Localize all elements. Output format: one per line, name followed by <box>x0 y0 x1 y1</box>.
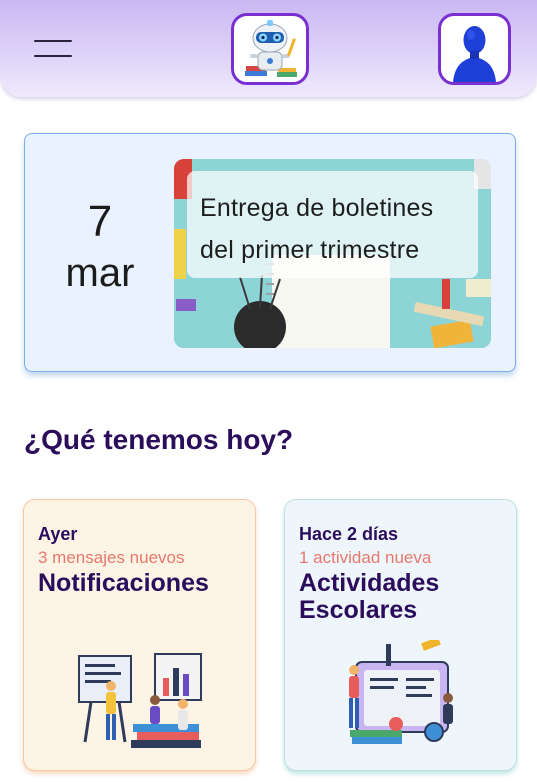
activities-illustration <box>285 640 516 770</box>
notifications-illustration <box>24 640 255 770</box>
notifications-when: Ayer <box>38 524 78 544</box>
activities-title-line2: Escolares <box>299 596 418 624</box>
user-avatar-button[interactable] <box>438 13 511 85</box>
event-image: Entrega de boletines del primer trimestr… <box>174 159 491 348</box>
event-title-box: Entrega de boletines del primer trimestr… <box>187 171 478 278</box>
section-title: ¿Qué tenemos hoy? <box>24 424 294 455</box>
notifications-card[interactable]: Ayer 3 mensajes nuevos Notificaciones <box>23 499 256 771</box>
activities-when: Hace 2 días <box>299 524 399 544</box>
event-title-line2: del primer trimestre <box>200 236 420 264</box>
teacher-presentation-icon <box>77 653 202 748</box>
activities-count: 1 actividad nueva <box>299 548 432 567</box>
user-avatar-icon <box>453 26 496 82</box>
event-card[interactable]: 7 mar Entrega de boletines del primer tr… <box>24 133 516 372</box>
activities-title-line1: Actividades <box>299 569 440 597</box>
notifications-count: 3 mensajes nuevos <box>38 548 185 567</box>
event-date: 7 mar <box>25 196 175 298</box>
app-header <box>0 0 537 97</box>
menu-button[interactable] <box>34 38 74 60</box>
robot-logo-button[interactable] <box>231 13 309 85</box>
school-supplies-icon <box>348 640 453 744</box>
event-title-line1: Entrega de boletines <box>200 194 434 222</box>
event-month: mar <box>65 251 135 295</box>
event-day: 7 <box>87 197 113 246</box>
robot-mascot-icon <box>245 20 297 77</box>
hamburger-menu-icon <box>34 40 72 42</box>
activities-card[interactable]: Hace 2 días 1 actividad nueva Actividade… <box>284 499 517 771</box>
notifications-title: Notificaciones <box>38 569 209 597</box>
